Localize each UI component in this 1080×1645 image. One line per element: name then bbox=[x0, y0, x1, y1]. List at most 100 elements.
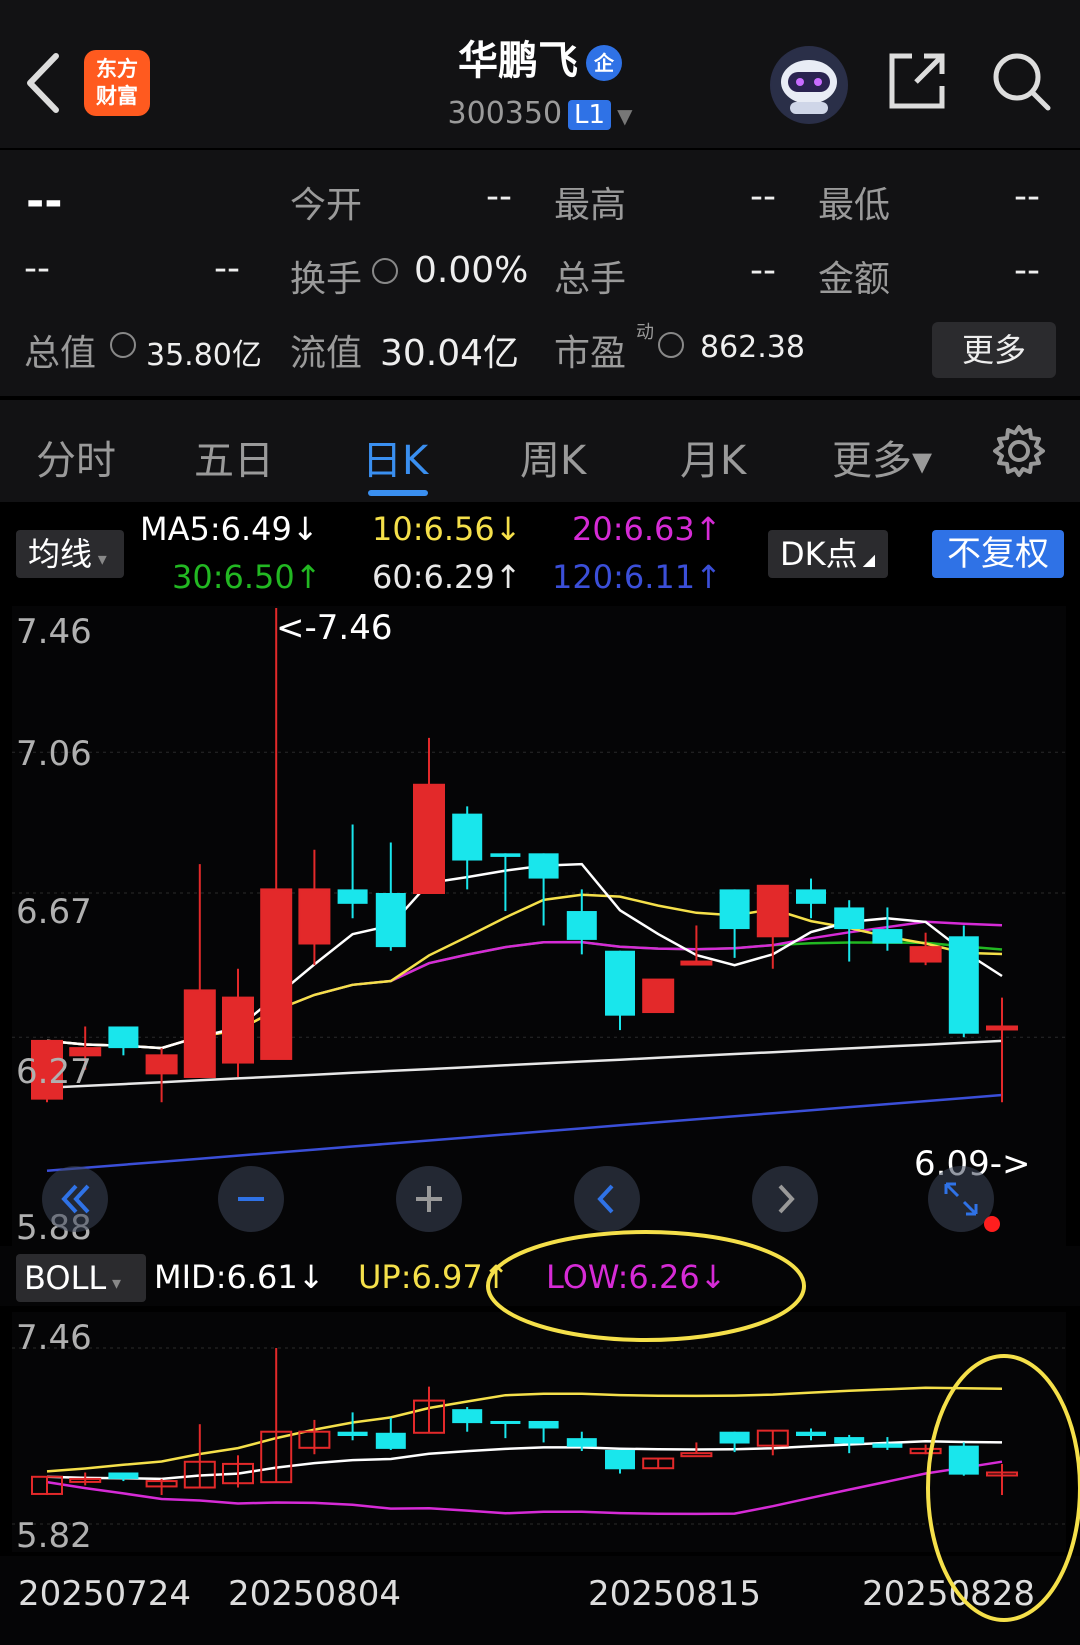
candle bbox=[872, 929, 903, 944]
turnover-label: 换手 bbox=[290, 259, 363, 300]
x-date-label: 20250724 bbox=[18, 1574, 192, 1614]
amount-value: -- bbox=[1014, 250, 1040, 291]
candle bbox=[756, 884, 789, 938]
tab-five-day[interactable]: 五日 bbox=[194, 428, 274, 486]
y-tick-label: 6.27 bbox=[16, 1052, 92, 1092]
double-chevron-left-icon bbox=[61, 1184, 90, 1214]
boll-low-value: LOW:6.26↓ bbox=[546, 1258, 727, 1296]
low-value: -- bbox=[1014, 176, 1040, 217]
boll-candle bbox=[108, 1472, 139, 1479]
y-tick-label: 7.46 bbox=[16, 612, 92, 652]
candle bbox=[183, 989, 216, 1078]
y-tick-label: 7.46 bbox=[16, 1318, 92, 1358]
step-back-button[interactable] bbox=[574, 1166, 640, 1232]
candle bbox=[528, 853, 559, 879]
candle bbox=[260, 888, 293, 1060]
settings-gear-icon[interactable] bbox=[992, 424, 1046, 478]
boll-candle bbox=[337, 1431, 368, 1436]
dropdown-caret-icon: ▼ bbox=[617, 104, 633, 128]
candle bbox=[909, 946, 942, 963]
info-icon[interactable] bbox=[110, 332, 136, 358]
open-label: 今开 bbox=[290, 185, 363, 226]
boll-candle bbox=[796, 1431, 826, 1436]
price-change-pct: -- bbox=[214, 248, 240, 289]
pe-value: 862.38 bbox=[700, 330, 805, 365]
turnover-value: 0.00% bbox=[414, 250, 529, 291]
last-price: -- bbox=[26, 176, 63, 227]
no-adjust-button[interactable]: 不复权 bbox=[932, 530, 1064, 578]
info-icon[interactable] bbox=[372, 258, 398, 284]
total-mv-label: 总值 bbox=[24, 333, 97, 374]
robot-assistant-icon[interactable] bbox=[770, 46, 848, 124]
tab-monthly-k[interactable]: 月K bbox=[680, 428, 746, 486]
tab-daily-k[interactable]: 日K bbox=[362, 428, 428, 486]
boll-up-value: UP:6.97↑ bbox=[358, 1258, 510, 1296]
tab-more[interactable]: 更多▾ bbox=[832, 428, 932, 486]
fast-back-button[interactable] bbox=[42, 1166, 108, 1232]
high-label: 最高 bbox=[554, 185, 627, 226]
tab-weekly-k[interactable]: 周K bbox=[520, 428, 586, 486]
candle bbox=[948, 936, 979, 1034]
stock-code: 300350 bbox=[447, 96, 563, 131]
level-badge: L1 bbox=[568, 100, 612, 130]
dk-point-button[interactable]: DK点 ◢ bbox=[768, 530, 888, 578]
search-icon[interactable] bbox=[990, 50, 1052, 112]
ma5-value: MA5:6.49↓ bbox=[140, 510, 319, 548]
candle bbox=[222, 996, 254, 1064]
candle bbox=[145, 1054, 178, 1075]
boll-chart[interactable] bbox=[12, 1312, 1066, 1552]
candle bbox=[413, 783, 445, 895]
boll-candle bbox=[490, 1420, 521, 1424]
boll-candle bbox=[566, 1438, 597, 1447]
total-mv-value: 35.80亿 bbox=[146, 338, 262, 373]
ma20-value: 20:6.63↑ bbox=[572, 510, 722, 548]
boll-select[interactable]: BOLL ▾ bbox=[16, 1254, 146, 1302]
boll-candle bbox=[605, 1449, 635, 1470]
plus-icon bbox=[416, 1186, 442, 1212]
share-icon[interactable] bbox=[886, 50, 948, 112]
boll-mid-value: MID:6.61↓ bbox=[154, 1258, 325, 1296]
indicator-select[interactable]: 均线 ▾ bbox=[16, 530, 124, 578]
float-mv-label: 流值 bbox=[290, 333, 363, 374]
candle bbox=[605, 950, 635, 1016]
y-tick-label: 7.06 bbox=[16, 734, 92, 774]
candle bbox=[986, 1025, 1018, 1031]
max-price-label: <-7.46 bbox=[276, 608, 393, 648]
tab-minute[interactable]: 分时 bbox=[36, 428, 116, 486]
low-label: 最低 bbox=[818, 185, 891, 226]
candle bbox=[298, 888, 331, 945]
step-forward-button[interactable] bbox=[752, 1166, 818, 1232]
info-icon[interactable] bbox=[658, 332, 684, 358]
candle bbox=[566, 911, 597, 940]
zoom-in-button[interactable] bbox=[396, 1166, 462, 1232]
x-date-label: 20250815 bbox=[588, 1574, 762, 1614]
active-tab-indicator bbox=[368, 490, 428, 496]
boll-candle bbox=[872, 1443, 903, 1448]
pe-sup: 动 bbox=[636, 322, 654, 343]
candle bbox=[452, 813, 483, 861]
enterprise-badge: 企 bbox=[586, 45, 622, 81]
ma120-value: 120:6.11↑ bbox=[552, 558, 722, 596]
candle bbox=[375, 893, 406, 948]
minus-icon bbox=[238, 1197, 264, 1201]
candle bbox=[796, 889, 826, 904]
boll-candle bbox=[834, 1437, 865, 1444]
ma10-value: 10:6.56↓ bbox=[372, 510, 522, 548]
notification-dot bbox=[984, 1216, 1000, 1232]
ma30-value: 30:6.50↑ bbox=[172, 558, 322, 596]
boll-candle bbox=[719, 1431, 750, 1444]
zoom-out-button[interactable] bbox=[218, 1166, 284, 1232]
chevron-left-icon bbox=[597, 1184, 614, 1214]
candle bbox=[719, 889, 750, 930]
candle bbox=[490, 853, 521, 857]
x-date-label: 20250828 bbox=[862, 1574, 1036, 1614]
kline-chart[interactable] bbox=[12, 606, 1066, 1246]
boll-candle bbox=[452, 1409, 483, 1424]
amount-label: 金额 bbox=[818, 259, 891, 300]
pe-label: 市盈 bbox=[554, 333, 627, 374]
volume-label: 总手 bbox=[554, 259, 627, 300]
candle bbox=[834, 907, 865, 930]
candle bbox=[337, 889, 368, 904]
volume-value: -- bbox=[750, 250, 776, 291]
more-button[interactable]: 更多 bbox=[932, 322, 1056, 378]
